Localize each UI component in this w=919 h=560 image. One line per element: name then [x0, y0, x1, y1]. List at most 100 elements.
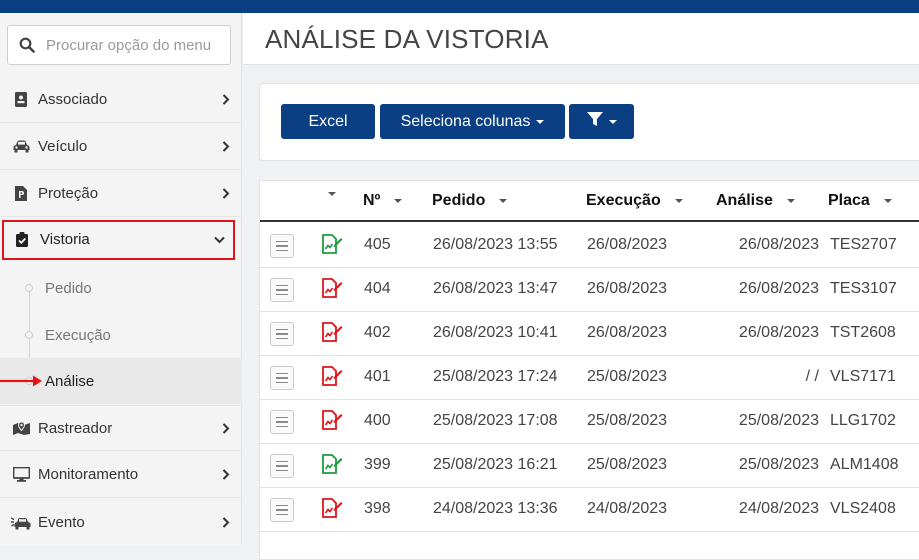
red-arrow-annotation [0, 375, 42, 387]
row-menu-button[interactable] [270, 498, 294, 522]
chevron-right-icon [210, 188, 242, 199]
cell-placa: VLS2408 [830, 500, 896, 517]
cell-pedido: 25/08/2023 17:24 [433, 368, 558, 385]
cell-pedido: 26/08/2023 13:47 [433, 280, 558, 297]
submenu-item-pedido[interactable]: Pedido [0, 265, 242, 311]
cell-placa: LLG1702 [830, 412, 896, 429]
chevron-right-icon [210, 94, 242, 105]
sidebar-item-rastreador[interactable]: Rastreador [0, 405, 242, 451]
table-row[interactable]: 405 26/08/2023 13:55 26/08/2023 26/08/2023 T… [260, 224, 919, 268]
top-bar [0, 0, 919, 13]
cell-analise: 26/08/2023 [738, 324, 819, 341]
cell-placa: TES3107 [830, 280, 897, 297]
caret-down-icon [608, 119, 617, 124]
cell-analise: 25/08/2023 [738, 456, 819, 473]
row-menu-button[interactable] [270, 278, 294, 302]
cell-analise: 26/08/2023 [738, 236, 819, 253]
cell-numero: 401 [364, 368, 391, 385]
cell-analise: / / [805, 368, 819, 385]
cell-numero: 399 [364, 456, 391, 473]
excel-button[interactable]: Excel [281, 104, 375, 139]
cell-analise: 26/08/2023 [738, 280, 819, 297]
monitor-icon [0, 467, 38, 482]
document-icon [0, 186, 38, 201]
cell-pedido: 24/08/2023 13:36 [433, 500, 558, 517]
row-menu-button[interactable] [270, 366, 294, 390]
cell-numero: 404 [364, 280, 391, 297]
filter-icon [586, 111, 603, 132]
cell-execucao: 26/08/2023 [587, 280, 668, 297]
sidebar-item-monitoramento[interactable]: Monitoramento [0, 452, 242, 498]
cell-numero: 405 [364, 236, 391, 253]
cell-pedido: 26/08/2023 13:55 [433, 236, 558, 253]
column-header-analise[interactable]: Análise [716, 192, 795, 210]
sidebar: Procurar opção do menu Associado Veículo… [0, 13, 242, 545]
cell-placa: ALM1408 [830, 456, 899, 473]
cell-placa: VLS7171 [830, 368, 896, 385]
submenu-dot [25, 284, 33, 292]
cell-execucao: 25/08/2023 [587, 456, 668, 473]
sidebar-item-protecao[interactable]: Proteção [0, 171, 242, 217]
cell-pedido: 25/08/2023 17:08 [433, 412, 558, 429]
column-header-execucao[interactable]: Execução [586, 192, 683, 210]
search-icon [8, 37, 46, 53]
inspection-status-icon[interactable] [321, 278, 343, 298]
cell-placa: TST2608 [830, 324, 896, 341]
sort-caret-icon [674, 199, 683, 203]
caret-down-icon [328, 192, 336, 196]
row-menu-button[interactable] [270, 410, 294, 434]
cell-pedido: 25/08/2023 16:21 [433, 456, 558, 473]
table-row[interactable]: 400 25/08/2023 17:08 25/08/2023 25/08/2023 L… [260, 400, 919, 444]
inspection-status-icon[interactable] [321, 366, 343, 386]
sidebar-item-vistoria[interactable]: Vistoria [2, 220, 235, 260]
search-input[interactable]: Procurar opção do menu [46, 37, 224, 54]
table-row[interactable]: 398 24/08/2023 13:36 24/08/2023 24/08/2023 V… [260, 488, 919, 532]
cell-execucao: 26/08/2023 [587, 324, 668, 341]
cell-pedido: 26/08/2023 10:41 [433, 324, 558, 341]
column-header-placa[interactable]: Placa [828, 192, 892, 210]
submenu-item-execucao[interactable]: Execução [0, 312, 242, 358]
results-table: Nº Pedido Execução Análise Placa 405 26/0… [259, 180, 919, 560]
page-header: ANÁLISE DA VISTORIA [243, 13, 919, 65]
cell-analise: 24/08/2023 [738, 500, 819, 517]
table-row[interactable]: 401 25/08/2023 17:24 25/08/2023 / / VLS7171 [260, 356, 919, 400]
chevron-right-icon [210, 422, 242, 434]
sort-caret-icon [394, 199, 403, 203]
row-menu-button[interactable] [270, 454, 294, 478]
row-menu-button[interactable] [270, 234, 294, 258]
search-box[interactable]: Procurar opção do menu [7, 25, 231, 65]
filter-button[interactable] [569, 104, 634, 139]
id-card-icon [0, 92, 38, 107]
inspection-status-icon[interactable] [321, 498, 343, 518]
inspection-status-icon[interactable] [321, 234, 343, 254]
row-menu-button[interactable] [270, 322, 294, 346]
select-columns-button[interactable]: Seleciona colunas [380, 104, 565, 139]
cell-execucao: 26/08/2023 [587, 236, 668, 253]
clipboard-check-icon [2, 232, 40, 247]
car-crash-icon [0, 515, 38, 530]
chevron-right-icon [210, 469, 242, 480]
inspection-status-icon[interactable] [321, 454, 343, 474]
sidebar-item-veiculo[interactable]: Veículo [0, 124, 242, 170]
sidebar-item-associado[interactable]: Associado [0, 77, 242, 123]
column-header-numero[interactable]: Nº [363, 192, 403, 210]
sort-caret-icon [883, 199, 892, 203]
inspection-status-icon[interactable] [321, 410, 343, 430]
car-icon [0, 140, 38, 153]
cell-execucao: 25/08/2023 [587, 412, 668, 429]
caret-down-icon [536, 119, 545, 124]
table-row[interactable]: 399 25/08/2023 16:21 25/08/2023 25/08/2023 A… [260, 444, 919, 488]
table-row[interactable]: 402 26/08/2023 10:41 26/08/2023 26/08/2023 T… [260, 312, 919, 356]
inspection-status-icon[interactable] [321, 322, 343, 342]
table-row[interactable]: 404 26/08/2023 13:47 26/08/2023 26/08/2023 T… [260, 268, 919, 312]
sidebar-item-evento[interactable]: Evento [0, 499, 242, 545]
cell-numero: 402 [364, 324, 391, 341]
cell-numero: 398 [364, 500, 391, 517]
column-header-pedido[interactable]: Pedido [432, 192, 508, 210]
map-marker-icon [0, 421, 38, 435]
submenu-dot [25, 331, 33, 339]
page-title: ANÁLISE DA VISTORIA [265, 24, 549, 54]
cell-analise: 25/08/2023 [738, 412, 819, 429]
column-menu-toggle[interactable] [328, 192, 336, 196]
toolbar-panel: Excel Seleciona colunas [259, 83, 919, 161]
